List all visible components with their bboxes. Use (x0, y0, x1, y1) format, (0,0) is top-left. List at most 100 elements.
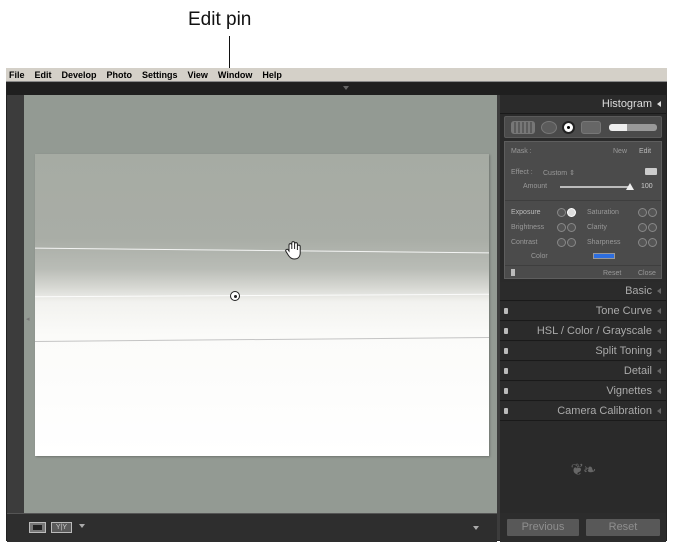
panel-bottom-buttons: Previous Reset (500, 513, 666, 542)
expand-arrow-icon[interactable] (657, 308, 661, 314)
saturation-minus-icon[interactable] (638, 208, 647, 217)
before-after-button[interactable]: Y|Y (51, 522, 72, 533)
gradient-guide-top[interactable] (35, 247, 489, 254)
section-detail[interactable]: Detail (500, 362, 666, 381)
menu-bar: File Edit Develop Photo Settings View Wi… (6, 68, 667, 82)
mask-reset-button[interactable]: Reset (603, 270, 621, 277)
mask-close-button[interactable]: Close (638, 270, 656, 277)
section-title: Detail (623, 365, 652, 377)
amount-label: Amount (523, 183, 548, 190)
menu-help[interactable]: Help (262, 70, 282, 80)
section-split-toning[interactable]: Split Toning (500, 342, 666, 361)
contrast-plus-icon[interactable] (567, 238, 576, 247)
menu-window[interactable]: Window (218, 70, 252, 80)
dropdown-icon: ⇕ (569, 170, 575, 177)
sharpness-label: Sharpness (587, 239, 621, 246)
previous-button[interactable]: Previous (507, 519, 579, 536)
saturation-plus-icon[interactable] (648, 208, 657, 217)
gradient-guide-bottom[interactable] (35, 337, 489, 342)
crop-tool-icon[interactable] (511, 121, 535, 134)
view-menu-arrow-icon[interactable] (79, 524, 85, 528)
switch-icon[interactable] (504, 348, 508, 354)
panel-switch-icon[interactable] (511, 269, 515, 276)
adjustment-brush-icon[interactable] (609, 124, 657, 131)
brightness-plus-icon[interactable] (567, 223, 576, 232)
color-swatch[interactable] (593, 253, 615, 259)
clarity-label: Clarity (587, 224, 607, 231)
menu-file[interactable]: File (9, 70, 25, 80)
mask-footer: Reset Close (505, 265, 661, 280)
section-title: Split Toning (595, 345, 652, 357)
tool-strip (504, 116, 662, 138)
histogram-header[interactable]: Histogram (500, 95, 666, 114)
exposure-minus-icon[interactable] (557, 208, 566, 217)
graduated-filter-panel: Mask : New Edit Effect : Custom ⇕ Amount… (504, 141, 662, 279)
hand-cursor-icon (285, 241, 301, 260)
left-panel-arrow-icon[interactable]: ◂ (26, 315, 30, 323)
histogram-collapse-icon[interactable] (657, 101, 661, 107)
section-title: Vignettes (606, 385, 652, 397)
reset-button[interactable]: Reset (586, 519, 660, 536)
section-title: Camera Calibration (557, 405, 652, 417)
lightroom-window: ◂ Y|Y Histogram Mask : New Edit Effect:… (6, 82, 667, 542)
expand-arrow-icon[interactable] (657, 408, 661, 414)
image-canvas[interactable]: ◂ (24, 95, 497, 513)
brightness-minus-icon[interactable] (557, 223, 566, 232)
graduated-filter-icon[interactable] (581, 121, 601, 134)
menu-photo[interactable]: Photo (107, 70, 133, 80)
contrast-minus-icon[interactable] (557, 238, 566, 247)
section-tone-curve[interactable]: Tone Curve (500, 302, 666, 321)
amount-slider-track[interactable] (560, 183, 634, 190)
callout-label: Edit pin (188, 9, 252, 30)
effect-preset-dropdown[interactable]: Custom ⇕ (543, 169, 575, 177)
histogram-title: Histogram (601, 98, 652, 110)
section-title: HSL / Color / Grayscale (536, 325, 652, 337)
switch-icon[interactable] (504, 388, 508, 394)
contrast-label: Contrast (511, 239, 538, 246)
bottom-toolbar: Y|Y (7, 513, 497, 542)
expand-arrow-icon[interactable] (657, 328, 661, 334)
menu-edit[interactable]: Edit (35, 70, 52, 80)
section-vignettes[interactable]: Vignettes (500, 382, 666, 401)
toolbar-menu-arrow-icon[interactable] (473, 526, 479, 530)
red-eye-icon[interactable] (562, 121, 575, 134)
brightness-label: Brightness (511, 224, 545, 231)
expand-arrow-icon[interactable] (657, 288, 661, 294)
edit-pin[interactable] (230, 291, 240, 301)
section-basic[interactable]: Basic (500, 282, 666, 301)
gradient-guide-center[interactable] (35, 293, 489, 298)
effect-label: Effect : (511, 169, 533, 176)
top-panel-strip[interactable] (7, 83, 666, 95)
develop-right-panel: Histogram Mask : New Edit Effect : Custo… (500, 95, 666, 542)
collapse-arrow-icon[interactable] (343, 86, 349, 90)
sharpness-plus-icon[interactable] (648, 238, 657, 247)
switch-icon[interactable] (504, 408, 508, 414)
mask-new-button[interactable]: New (613, 148, 627, 155)
switch-icon[interactable] (504, 328, 508, 334)
effect-toggle-icon[interactable] (645, 168, 657, 175)
section-title: Tone Curve (595, 305, 652, 317)
sharpness-minus-icon[interactable] (638, 238, 647, 247)
photo[interactable] (35, 154, 489, 456)
menu-develop[interactable]: Develop (62, 70, 97, 80)
switch-icon[interactable] (504, 368, 508, 374)
clarity-minus-icon[interactable] (638, 223, 647, 232)
expand-arrow-icon[interactable] (657, 368, 661, 374)
spot-removal-icon[interactable] (541, 121, 557, 134)
mask-edit-button[interactable]: Edit (639, 148, 651, 155)
menu-view[interactable]: View (188, 70, 208, 80)
section-hsl[interactable]: HSL / Color / Grayscale (500, 322, 666, 341)
amount-slider-thumb[interactable] (626, 183, 634, 190)
loupe-view-button[interactable] (29, 522, 46, 533)
expand-arrow-icon[interactable] (657, 348, 661, 354)
menu-settings[interactable]: Settings (142, 70, 178, 80)
divider (505, 200, 661, 201)
exposure-plus-icon[interactable] (567, 208, 576, 217)
expand-arrow-icon[interactable] (657, 388, 661, 394)
section-camera-calibration[interactable]: Camera Calibration (500, 402, 666, 421)
clarity-plus-icon[interactable] (648, 223, 657, 232)
mask-label: Mask : (511, 148, 532, 155)
saturation-label: Saturation (587, 209, 619, 216)
switch-icon[interactable] (504, 308, 508, 314)
effect-preset-value: Custom (543, 170, 568, 177)
